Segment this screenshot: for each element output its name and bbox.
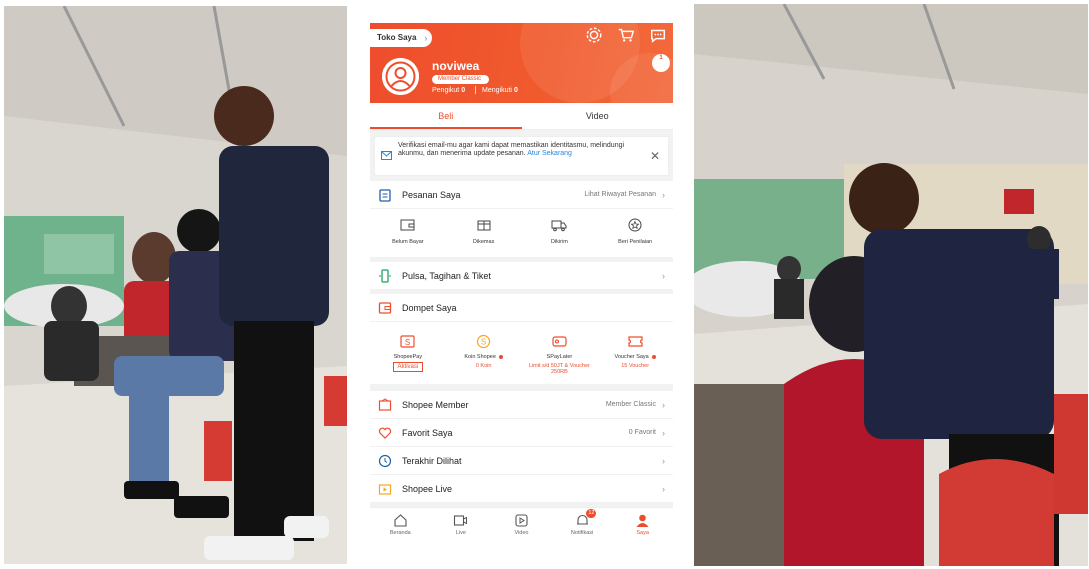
phone-icon — [378, 268, 392, 283]
photo-left-illustration — [4, 6, 347, 564]
chevron-right-icon: › — [662, 455, 665, 466]
clock-icon — [378, 454, 392, 468]
username: noviwea — [432, 59, 480, 73]
nav-live[interactable]: Live — [431, 508, 492, 541]
orders-label: Pesanan Saya — [402, 189, 461, 200]
shopeepay-icon: S — [400, 335, 415, 348]
close-icon[interactable]: ✕ — [650, 149, 660, 163]
voucher-icon — [628, 336, 643, 347]
wallet-row[interactable]: Dompet Saya — [370, 294, 673, 321]
follow-stats: Pengikut 0 Mengikuti 0 — [432, 86, 522, 94]
order-shipped[interactable]: Dikirim — [522, 209, 598, 257]
followers-label[interactable]: Pengikut — [432, 87, 459, 94]
home-icon — [394, 514, 407, 527]
menu-recently-viewed[interactable]: Terakhir Dilihat › — [370, 447, 673, 474]
truck-icon — [551, 220, 567, 232]
tab-bar: Beli Video — [370, 103, 673, 130]
chevron-right-icon: › — [662, 483, 665, 494]
orders-row[interactable]: Pesanan Saya Lihat Riwayat Pesanan › — [370, 181, 673, 208]
bottom-nav: Beranda Live Video 12 Notifikasi Saya — [370, 507, 673, 541]
star-icon — [628, 218, 642, 232]
svg-text:S: S — [405, 338, 410, 347]
pulsa-row[interactable]: Pulsa, Tagihan & Tiket › — [370, 262, 673, 289]
following-count: 0 — [513, 86, 518, 94]
following-label[interactable]: Mengikuti — [482, 87, 512, 94]
activate-button[interactable]: Aktivasi — [392, 362, 424, 372]
coin-icon: S — [477, 334, 491, 349]
member-icon — [378, 397, 392, 412]
order-history-link[interactable]: Lihat Riwayat Pesanan — [584, 191, 656, 198]
wallet-grid: S ShopeePay Aktivasi S Koin Shopee 0 Koi… — [370, 322, 673, 384]
video-icon — [515, 514, 528, 527]
menu-favorites[interactable]: Favorit Saya 0 Favorit › — [370, 419, 673, 446]
chevron-right-icon: › — [662, 270, 665, 281]
settings-gear-icon[interactable] — [585, 26, 603, 44]
order-unpaid[interactable]: Belum Bayar — [370, 209, 446, 257]
nav-home[interactable]: Beranda — [370, 508, 431, 541]
live-video-icon — [454, 515, 468, 526]
photo-right-illustration — [694, 4, 1088, 566]
order-review[interactable]: Beri Penilaian — [597, 209, 673, 257]
chat-icon[interactable]: 1 — [649, 26, 670, 72]
chevron-right-icon: › — [662, 427, 665, 438]
order-packed[interactable]: Dikemas — [446, 209, 522, 257]
svg-text:S: S — [481, 338, 486, 347]
chevron-right-icon: › — [662, 189, 665, 200]
verify-email-banner: Verifikasi email-mu agar kami dapat mema… — [374, 136, 669, 176]
my-shop-button[interactable]: Toko Saya › — [370, 29, 433, 47]
box-icon — [477, 220, 491, 231]
chevron-right-icon: › — [662, 399, 665, 410]
cart-icon[interactable] — [617, 26, 635, 44]
profile-header: Toko Saya › 1 noviwea Member Classic Peng… — [370, 23, 673, 103]
banner-setup-link[interactable]: Atur Sekarang — [527, 150, 572, 157]
wallet-shopeepay[interactable]: S ShopeePay Aktivasi — [370, 322, 446, 384]
avatar[interactable] — [382, 58, 419, 95]
phone-screenshot: Toko Saya › 1 noviwea Member Classic Peng… — [370, 23, 673, 541]
envelope-icon — [381, 151, 392, 160]
nav-me[interactable]: Saya — [612, 508, 673, 541]
clipboard-icon — [378, 188, 392, 202]
tab-video[interactable]: Video — [522, 103, 674, 129]
chevron-right-icon: › — [424, 33, 428, 43]
wallet-spaylater[interactable]: SPayLater Limit s/d 50JT & Voucher 250RB — [522, 322, 598, 384]
order-status-grid: Belum Bayar Dikemas Dikirim Beri Penilai… — [370, 209, 673, 257]
nav-notifications[interactable]: 12 Notifikasi — [552, 508, 613, 541]
followers-count: 0 — [461, 86, 466, 94]
banner-text: Verifikasi email-mu agar kami dapat mema… — [398, 142, 625, 157]
wallet-coins[interactable]: S Koin Shopee 0 Koin — [446, 322, 522, 384]
menu-shopee-member[interactable]: Shopee Member Member Classic › — [370, 391, 673, 418]
paylater-icon — [552, 336, 567, 347]
photo-left — [4, 6, 347, 564]
tab-beli[interactable]: Beli — [370, 103, 522, 129]
wallet-vouchers[interactable]: Voucher Saya 15 Voucher — [597, 322, 673, 384]
wallet-header-icon — [378, 301, 392, 315]
live-icon — [378, 482, 392, 496]
wallet-icon — [400, 219, 415, 231]
user-icon — [636, 514, 649, 527]
photo-right — [694, 4, 1088, 566]
member-tier-badge[interactable]: Member Classic — [432, 75, 490, 84]
chat-badge: 1 — [652, 54, 670, 72]
nav-video[interactable]: Video — [491, 508, 552, 541]
notification-badge: 12 — [586, 509, 597, 518]
menu-shopee-live[interactable]: Shopee Live › — [370, 475, 673, 502]
heart-icon — [378, 426, 392, 440]
